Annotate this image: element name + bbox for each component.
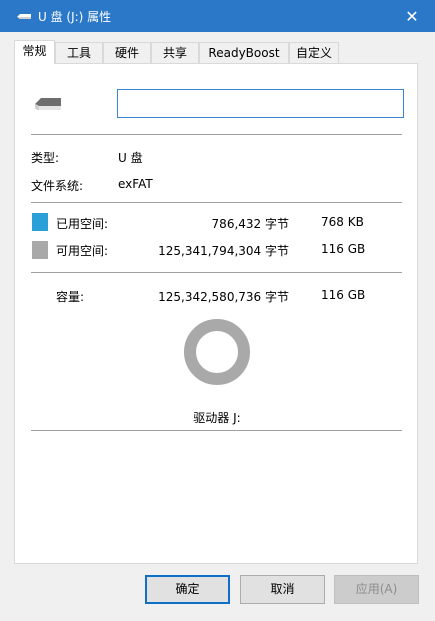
used-space-bytes: 786,432 字节 (211, 217, 289, 231)
close-button[interactable]: ✕ (389, 0, 435, 32)
used-space-size: 768 KB (321, 215, 364, 229)
tab-strip: 常规 工具 硬件 共享 ReadyBoost 自定义 (14, 40, 420, 64)
ok-button[interactable]: 确定 (145, 575, 230, 604)
divider (31, 134, 402, 135)
divider (31, 430, 402, 431)
capacity-bytes: 125,342,580,736 字节 (158, 290, 289, 304)
general-panel: 类型: U 盘 文件系统: exFAT 已用空间: 786,432 字节 768… (14, 63, 418, 564)
type-label: 类型: (31, 151, 60, 165)
free-space-label: 可用空间: (56, 244, 109, 258)
volume-name-input[interactable] (117, 89, 404, 118)
tab-sharing[interactable]: 共享 (151, 42, 199, 63)
tab-customize[interactable]: 自定义 (289, 42, 339, 63)
free-space-size: 116 GB (321, 242, 366, 256)
tab-general[interactable]: 常规 (14, 40, 55, 64)
capacity-size: 116 GB (321, 288, 366, 302)
free-space-ring (184, 319, 250, 385)
capacity-label: 容量: (56, 290, 85, 304)
usage-donut-chart (184, 319, 250, 385)
type-value: U 盘 (118, 151, 143, 165)
filesystem-label: 文件系统: (31, 179, 84, 193)
title-bar: U 盘 (J:) 属性 ✕ (0, 0, 435, 32)
close-icon: ✕ (405, 6, 419, 26)
free-space-bytes: 125,341,794,304 字节 (158, 244, 289, 258)
used-space-swatch (32, 213, 48, 231)
filesystem-value: exFAT (118, 177, 153, 191)
tab-hardware[interactable]: 硬件 (103, 42, 151, 63)
tab-tools[interactable]: 工具 (55, 42, 103, 63)
free-space-swatch (32, 241, 48, 259)
apply-button[interactable]: 应用(A) (334, 575, 419, 604)
drive-label: 驱动器 J: (193, 411, 241, 425)
cancel-button[interactable]: 取消 (240, 575, 325, 604)
properties-window: U 盘 (J:) 属性 ✕ 常规 工具 硬件 共享 ReadyBoost 自定义… (0, 0, 435, 621)
tab-readyboost[interactable]: ReadyBoost (199, 42, 289, 63)
window-title: U 盘 (J:) 属性 (38, 10, 112, 24)
divider (31, 272, 402, 273)
usb-drive-icon (35, 98, 61, 110)
usb-drive-icon (17, 14, 31, 19)
divider (31, 202, 402, 203)
used-space-label: 已用空间: (56, 217, 109, 231)
